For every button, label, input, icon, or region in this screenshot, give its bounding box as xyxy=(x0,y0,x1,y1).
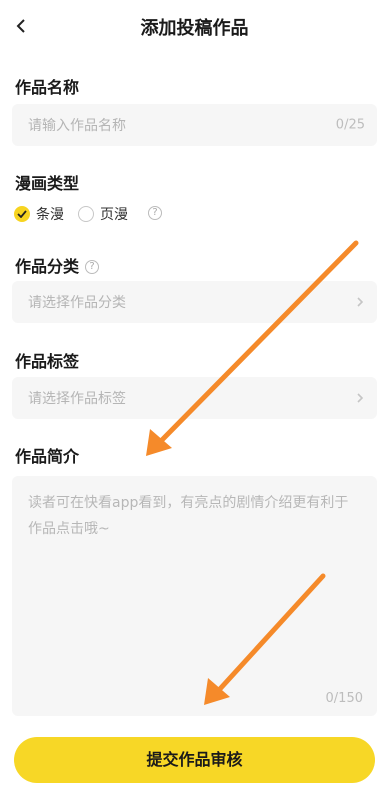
option-page-label: 页漫 xyxy=(100,207,128,223)
help-icon[interactable]: ? xyxy=(148,206,162,220)
category-label-text: 作品分类 xyxy=(15,257,80,276)
arrow-icon xyxy=(146,240,359,456)
category-label: 作品分类? xyxy=(15,253,100,277)
name-input[interactable]: 请输入作品名称 0/25 xyxy=(12,104,377,146)
tags-select[interactable]: 请选择作品标签 xyxy=(12,377,377,419)
radio-unchecked-icon[interactable] xyxy=(78,206,94,222)
intro-placeholder: 读者可在快看app看到，有亮点的剧情介绍更有利于 作品点击哦~ xyxy=(28,490,363,542)
intro-placeholder-line: 作品点击哦~ xyxy=(28,521,110,537)
name-counter: 0/25 xyxy=(335,117,365,133)
top-bar: 添加投稿作品 xyxy=(0,0,389,52)
intro-textarea[interactable]: 读者可在快看app看到，有亮点的剧情介绍更有利于 作品点击哦~ 0/150 xyxy=(12,476,377,716)
tags-placeholder: 请选择作品标签 xyxy=(28,391,126,407)
tags-label: 作品标签 xyxy=(15,352,80,371)
category-select[interactable]: 请选择作品分类 xyxy=(12,281,377,323)
page-title: 添加投稿作品 xyxy=(140,18,249,39)
chevron-right-icon xyxy=(357,297,364,307)
intro-counter: 0/150 xyxy=(325,691,363,706)
option-strip[interactable]: 条漫 xyxy=(14,204,64,224)
option-page[interactable]: 页漫 xyxy=(78,204,128,224)
name-placeholder: 请输入作品名称 xyxy=(28,118,126,134)
name-label: 作品名称 xyxy=(15,78,80,97)
category-placeholder: 请选择作品分类 xyxy=(28,295,126,311)
intro-placeholder-line: 读者可在快看app看到，有亮点的剧情介绍更有利于 xyxy=(28,495,349,511)
radio-checked-icon[interactable] xyxy=(14,206,30,222)
intro-label: 作品简介 xyxy=(15,447,80,466)
chevron-right-icon xyxy=(357,393,364,403)
comic-type-options: 条漫 页漫 ? xyxy=(14,204,162,224)
help-icon[interactable]: ? xyxy=(85,259,100,274)
option-strip-label: 条漫 xyxy=(36,207,64,223)
submit-button[interactable]: 提交作品审核 xyxy=(14,737,375,783)
comic-type-label: 漫画类型 xyxy=(15,174,80,193)
